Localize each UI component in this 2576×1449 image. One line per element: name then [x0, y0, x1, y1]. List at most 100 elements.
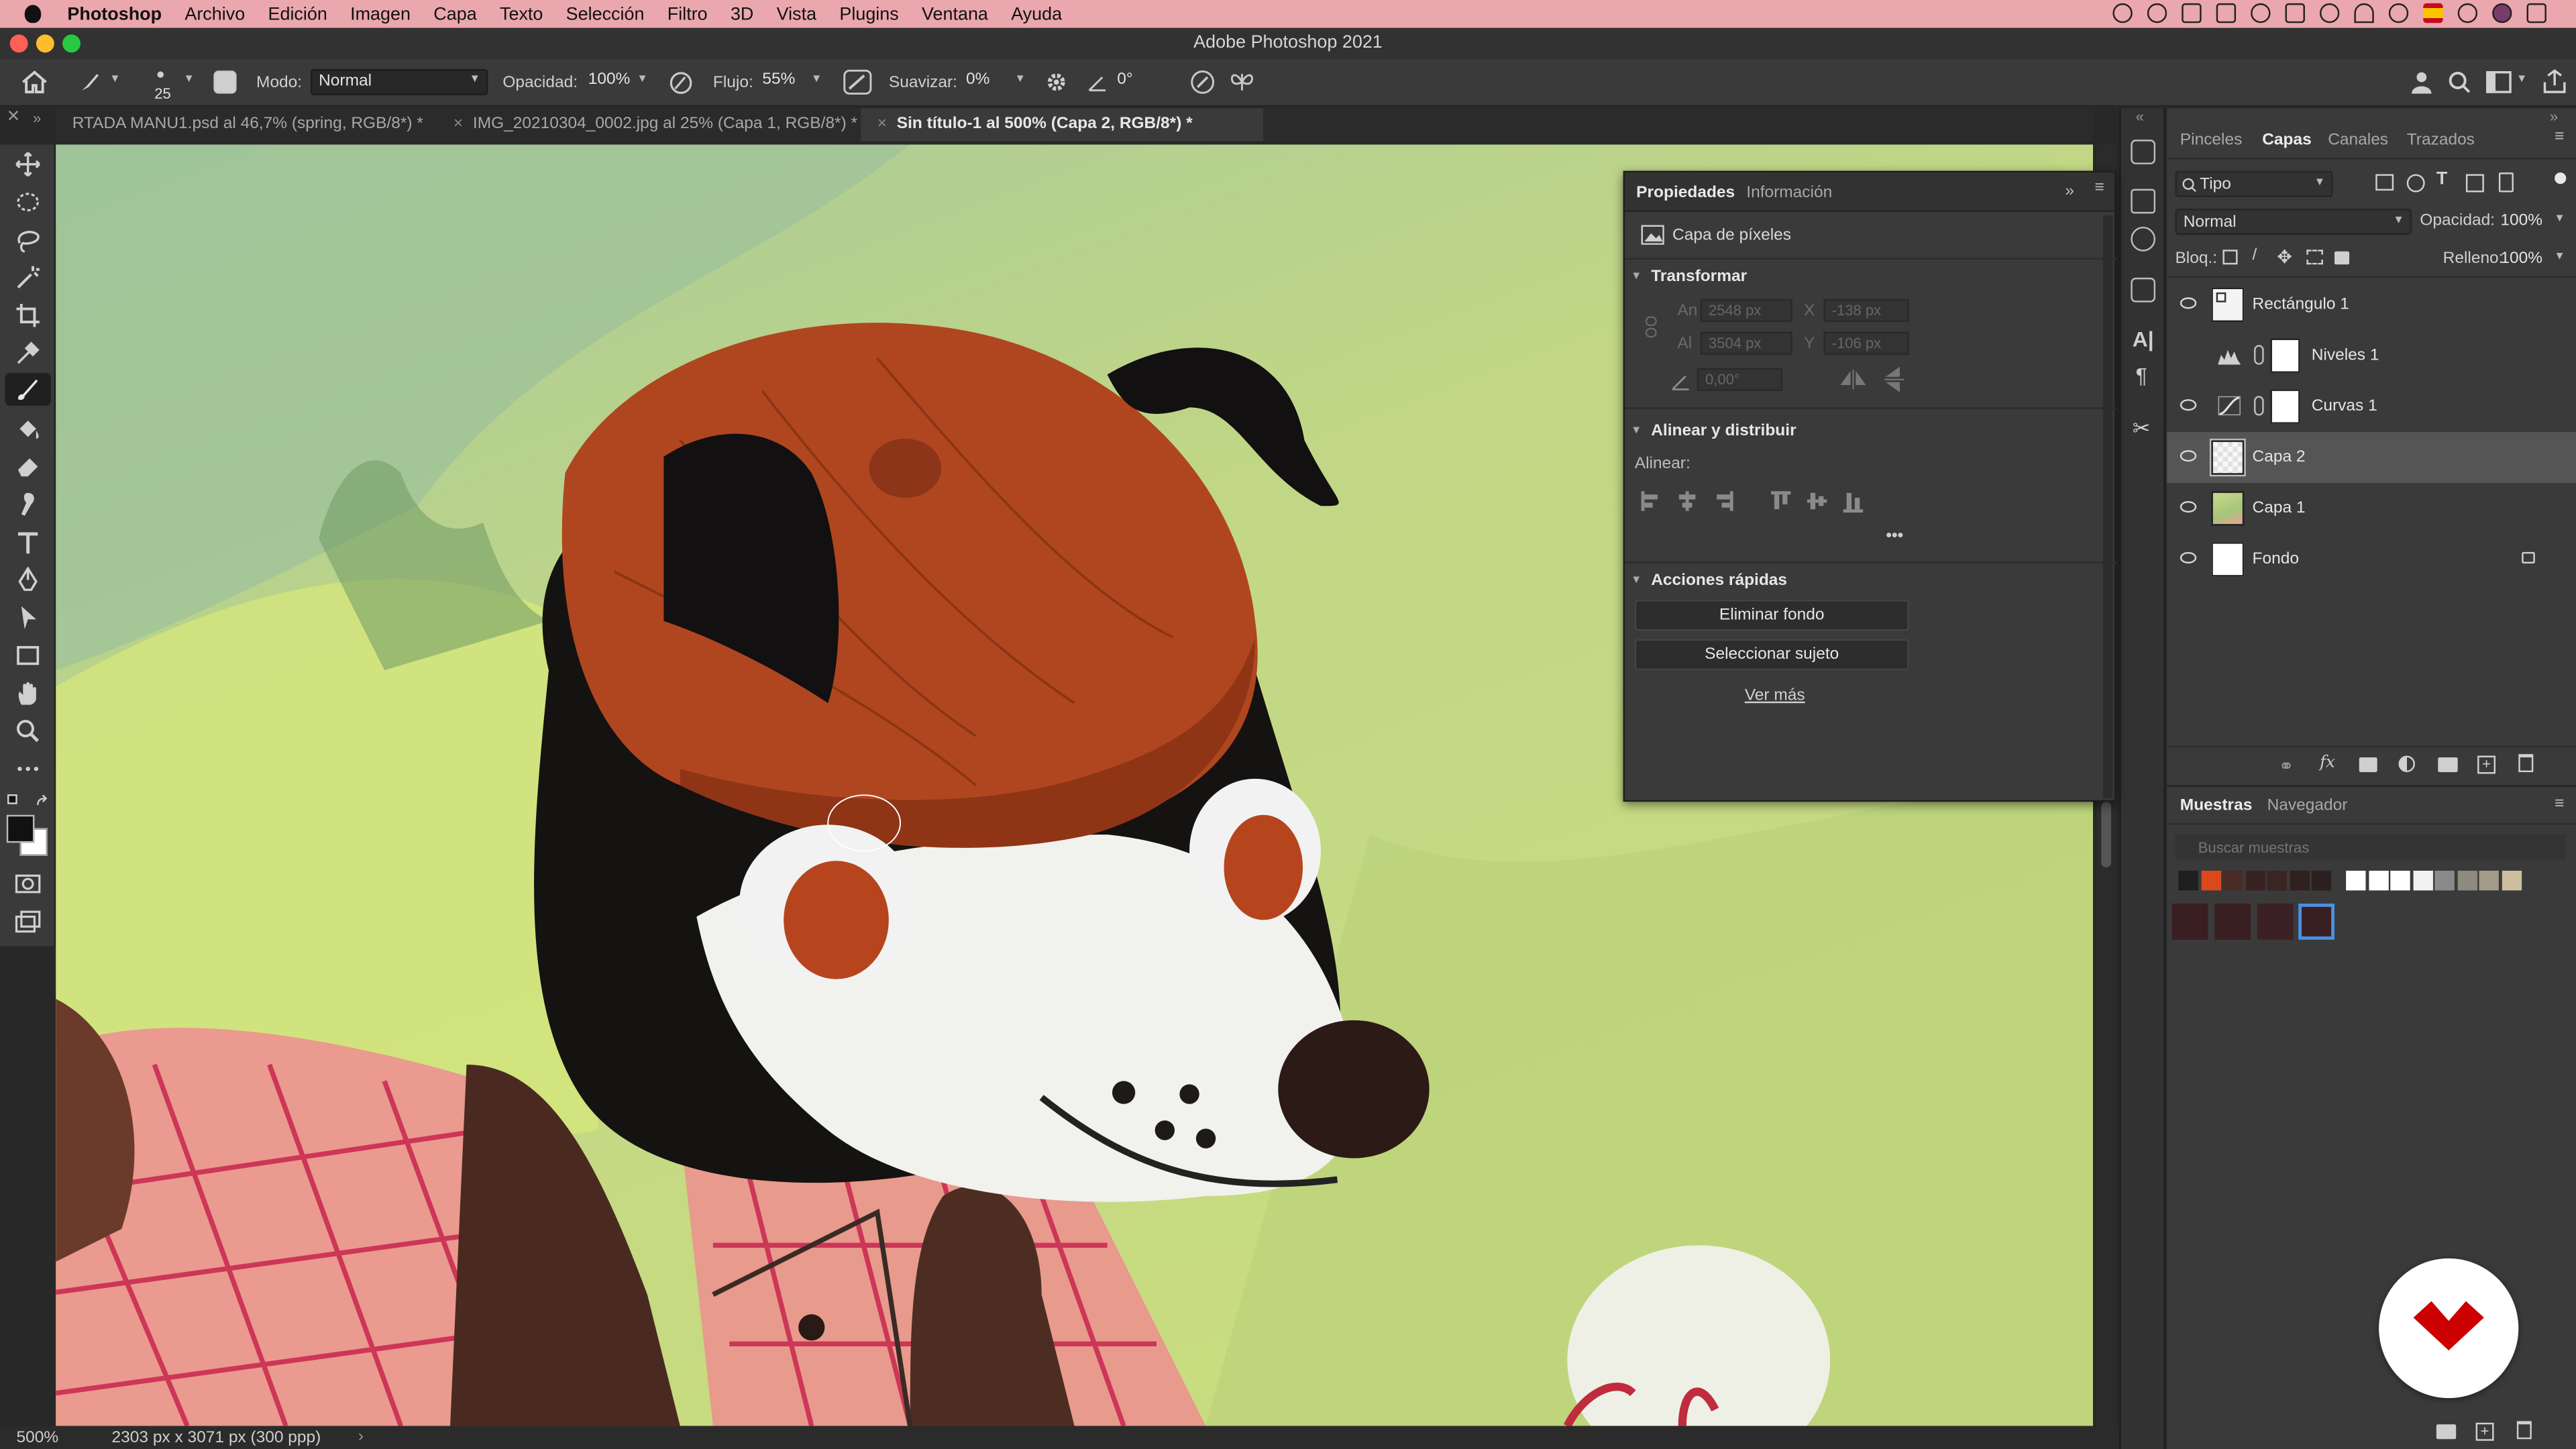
visibility-eye-icon[interactable] [2180, 399, 2197, 411]
menu-imagen[interactable]: Imagen [350, 4, 411, 23]
default-colors-icon[interactable] [7, 794, 50, 810]
color-swatch[interactable] [2434, 870, 2455, 891]
filter-shape-icon[interactable] [2465, 174, 2484, 193]
section-chevron-icon[interactable]: ▾ [1633, 268, 1640, 282]
color-swatch[interactable] [2222, 870, 2243, 891]
brush-preset-icon[interactable] [79, 70, 102, 93]
panel-menu-icon[interactable]: ≡ [2094, 179, 2104, 197]
close-window-button[interactable] [9, 34, 28, 53]
transform-section-title[interactable]: Transformar [1651, 268, 1747, 286]
more-tools-icon[interactable] [15, 756, 41, 782]
strip-collapse-icon[interactable]: « [2136, 109, 2144, 125]
flow-input[interactable]: 55% [755, 68, 812, 96]
search-icon[interactable] [2448, 70, 2471, 93]
visibility-eye-icon[interactable] [2180, 500, 2197, 513]
share-person-icon[interactable] [2410, 69, 2436, 95]
pressure-size-icon[interactable] [1189, 69, 1216, 95]
layer-style-fx-button[interactable]: fx [2320, 754, 2335, 772]
history-panel-icon[interactable] [2131, 140, 2156, 164]
smooth-caret-icon[interactable]: ▾ [1017, 70, 1024, 85]
new-swatch-group-icon[interactable] [2436, 1424, 2457, 1440]
toolbar-collapse-icon[interactable]: ✕ [7, 109, 21, 127]
tab-sin-titulo-1[interactable]: × Sin título-1 al 500% (Capa 2, RGB/8*) * [861, 108, 1264, 142]
link-layers-icon[interactable]: ⚭ [2279, 756, 2294, 777]
magic-wand-icon[interactable] [15, 264, 41, 290]
tab-canales[interactable]: Canales [2328, 131, 2388, 150]
brush-tool-button[interactable] [5, 372, 51, 406]
flip-horizontal-icon[interactable] [1840, 368, 1866, 391]
tab-navegador[interactable]: Navegador [2267, 797, 2348, 815]
vertical-scroll-thumb[interactable] [2101, 802, 2111, 868]
status-app-icon[interactable] [2112, 3, 2133, 23]
tab-informacion[interactable]: Información [1746, 184, 1832, 202]
layers-panel-menu-icon[interactable]: ≡ [2555, 128, 2564, 146]
zoom-window-button[interactable] [62, 34, 81, 53]
visibility-hidden-box[interactable] [2180, 348, 2196, 360]
lasso-tool-icon[interactable] [15, 227, 41, 253]
menu-plugins[interactable]: Plugins [839, 4, 898, 23]
new-layer-icon[interactable]: + [2477, 755, 2496, 774]
move-tool-icon[interactable] [15, 151, 41, 177]
link-icon[interactable] [2254, 396, 2264, 416]
section-chevron-icon[interactable]: ▾ [1633, 572, 1640, 586]
adjustments-panel-icon[interactable] [2131, 189, 2156, 214]
color-swatch[interactable] [2289, 870, 2310, 891]
tool-presets-icon[interactable]: ✂ [2133, 416, 2151, 442]
menu-texto[interactable]: Texto [500, 4, 543, 23]
panel-group-collapse-icon[interactable]: » [2550, 109, 2558, 125]
chevron-down-icon[interactable]: ▾ [2557, 210, 2563, 225]
character-panel-icon[interactable]: A| [2133, 327, 2154, 352]
menu-vista[interactable]: Vista [777, 4, 816, 23]
brush-size-value[interactable]: 25 [154, 85, 171, 101]
symmetry-butterfly-icon[interactable] [1229, 69, 1255, 95]
close-icon[interactable]: × [453, 115, 463, 133]
spotlight-search-icon[interactable] [2457, 3, 2478, 23]
new-adjustment-layer-icon[interactable] [2398, 755, 2416, 773]
visibility-eye-icon[interactable] [2180, 551, 2197, 564]
color-swatch[interactable] [2390, 870, 2410, 891]
tab-portada-manu1[interactable]: RTADA MANU1.psd al 46,7% (spring, RGB/8*… [56, 109, 437, 142]
height-field[interactable]: 3504 px [1700, 331, 1792, 355]
properties-scrollbar[interactable] [2102, 215, 2113, 799]
close-icon[interactable]: × [877, 115, 887, 133]
layer-mask-thumbnail[interactable] [2270, 389, 2300, 424]
new-group-folder-icon[interactable] [2438, 757, 2458, 773]
color-swatch[interactable] [2267, 870, 2287, 891]
mode-caret-icon[interactable]: ▾ [472, 70, 478, 85]
menu-filtro[interactable]: Filtro [667, 4, 708, 23]
color-swatch[interactable] [2368, 870, 2388, 891]
rectangle-tool-icon[interactable] [15, 643, 41, 669]
hand-tool-icon[interactable] [15, 680, 41, 706]
y-field[interactable]: -106 px [1823, 331, 1909, 355]
quick-actions-section-title[interactable]: Acciones rápidas [1651, 572, 1787, 590]
zoom-level[interactable]: 500% [16, 1430, 58, 1448]
tab-img-20210304[interactable]: × IMG_20210304_0002.jpg al 25% (Capa 1, R… [437, 109, 857, 142]
filter-smartobject-icon[interactable] [2498, 172, 2514, 193]
color-swatch[interactable] [2200, 870, 2220, 891]
align-section-title[interactable]: Alinear y distribuir [1651, 422, 1796, 440]
layer-row-capa-1[interactable]: Capa 1 [2167, 483, 2576, 534]
filter-pixel-icon[interactable] [2375, 174, 2394, 191]
angle-input[interactable]: 0° [1110, 68, 1167, 96]
pressure-opacity-icon[interactable] [669, 70, 694, 95]
menu-app[interactable]: Photoshop [67, 4, 162, 23]
rotation-field[interactable]: 0,00° [1697, 368, 1783, 391]
color-swatch[interactable] [2257, 903, 2294, 940]
quick-mask-icon[interactable] [15, 871, 41, 897]
layer-mask-thumbnail[interactable] [2270, 338, 2300, 373]
screen-mode-icon[interactable] [15, 908, 41, 934]
status-timemachine-icon[interactable] [2319, 3, 2340, 23]
foreground-color-swatch[interactable] [6, 814, 35, 843]
tab-propiedades[interactable]: Propiedades [1636, 184, 1735, 202]
fill-value[interactable]: 100% [2500, 250, 2542, 268]
tab-pinceles[interactable]: Pinceles [2180, 131, 2243, 150]
gear-icon[interactable] [1045, 70, 1068, 93]
brush-panel-toggle-icon[interactable] [213, 70, 237, 94]
lock-image-pixels-icon[interactable]: / [2253, 246, 2257, 264]
layer-opacity-value[interactable]: 100% [2500, 212, 2542, 230]
search-swatches-input[interactable] [2175, 835, 2567, 859]
info-panel-icon[interactable] [2131, 226, 2156, 252]
workspace-icon[interactable] [2485, 70, 2512, 93]
wifi-icon[interactable] [2354, 3, 2374, 23]
see-more-link[interactable]: Ver más [1745, 687, 1805, 705]
